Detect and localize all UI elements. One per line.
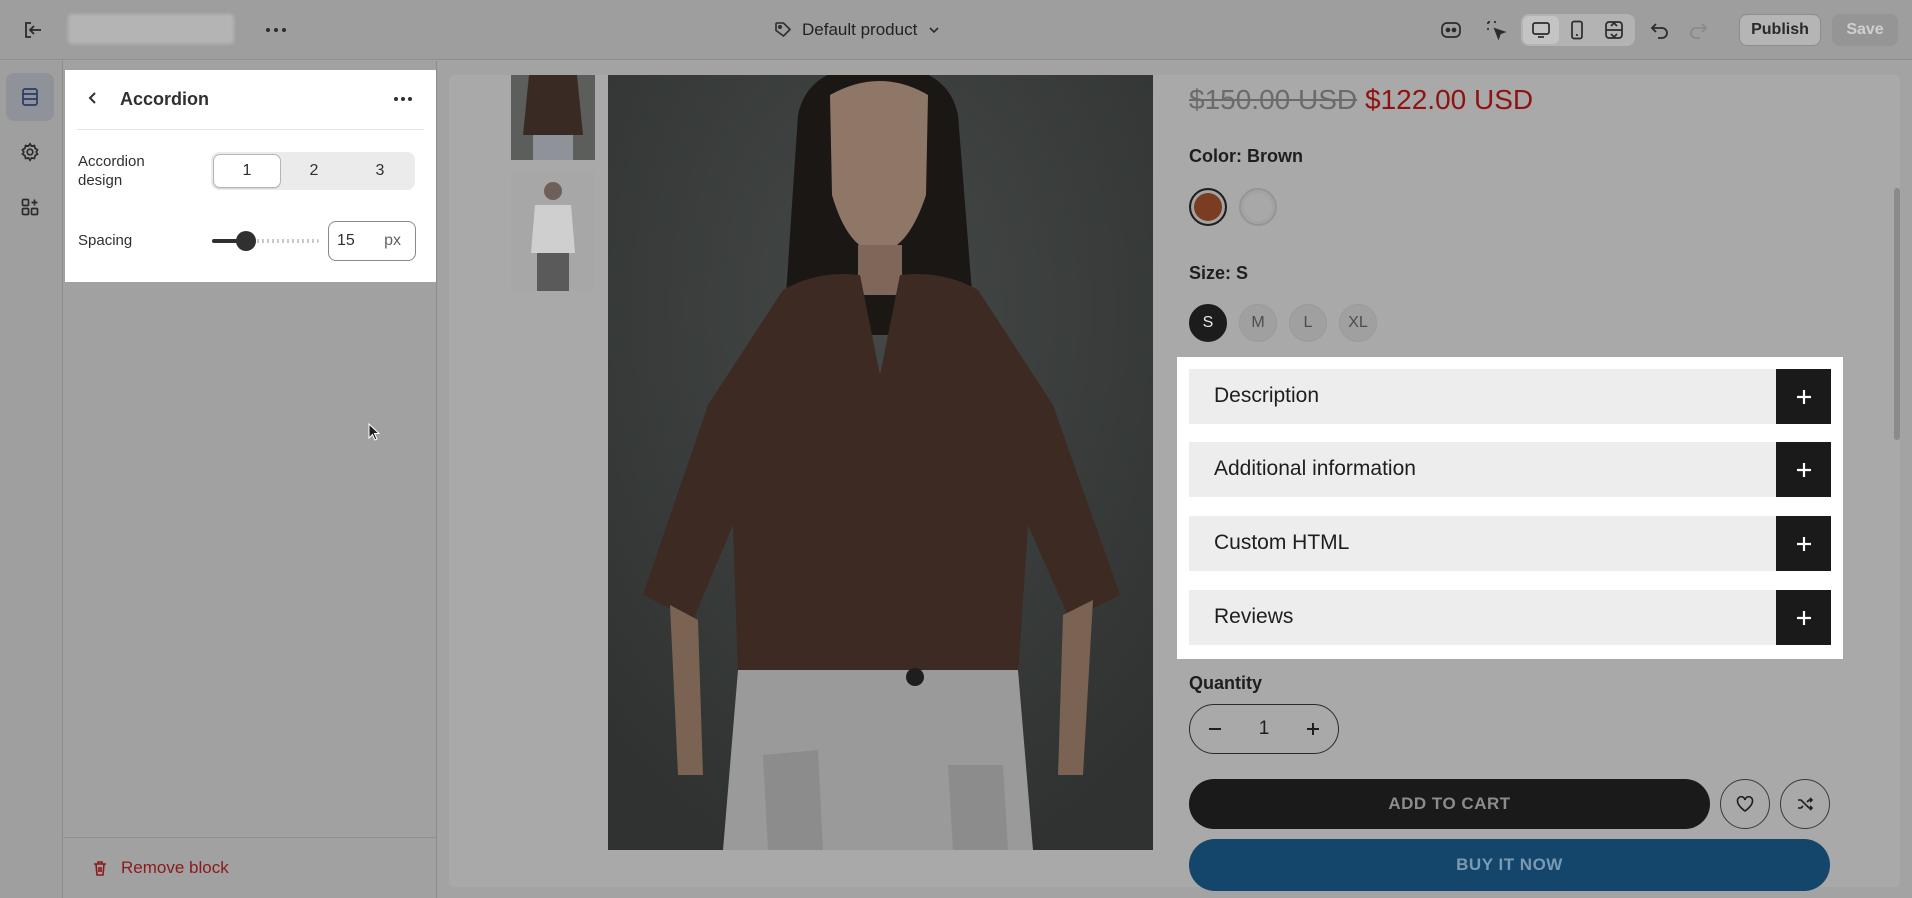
quantity-label: Quantity [1189,673,1263,693]
accordion-item-label: Description [1214,384,1320,407]
heart-icon [1736,796,1754,812]
compare-button[interactable] [1780,779,1830,829]
rail-item-settings[interactable] [6,128,54,176]
accordion-item-label: Additional information [1214,457,1416,480]
design-option-2[interactable]: 2 [281,154,347,188]
size-option-s[interactable]: S [1189,304,1227,342]
apps-icon [20,197,40,217]
exit-icon[interactable] [19,16,47,44]
plus-icon[interactable] [1776,369,1831,424]
buy-it-now-button[interactable]: BUY IT NOW [1189,839,1830,891]
save-button[interactable]: Save [1832,14,1898,46]
wishlist-button[interactable] [1720,779,1770,829]
product-main-image[interactable] [608,75,1153,850]
minus-icon[interactable] [1206,720,1224,738]
add-to-cart-button[interactable]: ADD TO CART [1189,779,1710,829]
panel-title: Accordion [120,89,210,109]
more-options-icon[interactable] [392,88,414,110]
store-logo [68,14,234,44]
sale-price: $122.00 USD [1365,84,1534,115]
gear-icon [20,142,40,162]
quantity-stepper: 1 [1189,704,1339,754]
size-option-xl[interactable]: XL [1339,304,1377,342]
product-thumbnail-1[interactable] [511,75,595,160]
swatch-white[interactable] [1239,188,1277,226]
remove-block-label: Remove block [121,858,229,877]
product-thumbnail-2[interactable] [511,171,595,291]
accordion-item[interactable]: Description [1189,369,1831,424]
design-option-3[interactable]: 3 [347,154,413,188]
design-option-1[interactable]: 1 [213,154,281,188]
plus-icon[interactable] [1304,720,1322,738]
top-bar: Default product Publish Save [0,0,1912,60]
size-label: Size: S [1189,263,1249,283]
color-label: Color: Brown [1189,146,1303,166]
panel-header: Accordion [77,70,424,130]
compare-at-price: $150.00 USD [1189,84,1358,115]
spacing-value: 15 [337,232,355,249]
quantity-value[interactable]: 1 [1259,718,1270,740]
tag-icon [774,21,792,39]
size-option-l[interactable]: L [1289,304,1327,342]
accordion-block: Description Additional information Custo… [1177,357,1843,659]
plus-icon[interactable] [1776,442,1831,497]
mouse-cursor-icon [368,423,380,441]
redo-icon[interactable] [1684,16,1712,44]
plus-icon[interactable] [1776,516,1831,571]
ai-assist-icon[interactable] [1437,16,1465,44]
spacing-unit: px [384,232,401,249]
accordion-item[interactable]: Additional information [1189,442,1831,497]
product-selector-label: Default product [802,20,918,39]
accordion-item-label: Reviews [1214,605,1294,628]
more-options-icon[interactable] [262,16,290,44]
spacing-input[interactable]: 15 px [328,221,416,261]
accordion-item[interactable]: Custom HTML [1189,516,1831,571]
preview-scrollbar[interactable] [1894,188,1900,440]
spacing-label: Spacing [78,232,133,249]
back-arrow-icon[interactable] [85,90,101,106]
plus-icon[interactable] [1776,590,1831,645]
rail-item-apps[interactable] [6,183,54,231]
undo-icon[interactable] [1646,16,1674,44]
size-option-m[interactable]: M [1239,304,1277,342]
accordion-item[interactable]: Reviews [1189,590,1831,645]
remove-block-button[interactable]: Remove block [63,837,437,898]
accordion-design-segmented-control: 1 2 3 [211,152,415,190]
block-settings-panel: Accordion Accordion design 1 2 3 Spacing… [65,70,436,282]
product-template-selector[interactable]: Default product [774,16,941,44]
inspector-icon[interactable] [1482,16,1510,44]
fullscreen-icon[interactable] [1600,16,1628,44]
swatch-brown[interactable] [1189,188,1227,226]
accordion-design-label: Accordion design [78,153,145,189]
shuffle-icon [1796,795,1814,813]
accordion-item-label: Custom HTML [1214,531,1350,554]
mobile-icon[interactable] [1563,16,1591,44]
spacing-slider-thumb[interactable] [236,231,256,251]
rail-item-sections[interactable] [6,73,54,121]
sections-icon [20,87,40,107]
chevron-down-icon [927,23,941,37]
trash-icon [91,859,109,877]
desktop-icon[interactable] [1527,16,1555,44]
left-rail [0,61,63,898]
publish-button[interactable]: Publish [1739,14,1821,46]
